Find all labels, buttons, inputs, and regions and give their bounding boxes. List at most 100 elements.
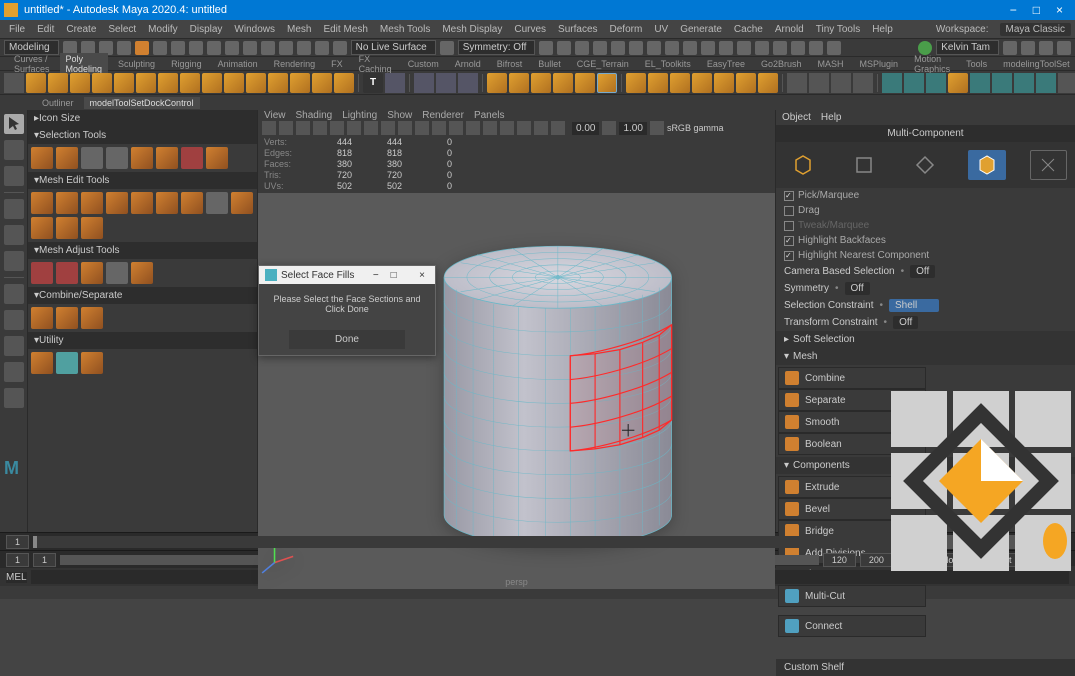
mesh-tool-icon[interactable] <box>106 192 128 214</box>
vp-tool-icon[interactable] <box>449 121 463 135</box>
shelf-tool-icon[interactable] <box>648 73 668 93</box>
face-mode-button[interactable] <box>968 150 1005 180</box>
backfaces-check[interactable] <box>784 236 794 246</box>
vp-menu-panels[interactable]: Panels <box>474 110 505 121</box>
shelf-tab[interactable]: EL_Toolkits <box>639 58 697 70</box>
gamma-val[interactable]: 1.00 <box>619 122 646 135</box>
util-tool-icon[interactable] <box>56 352 78 374</box>
vp-tool-icon[interactable] <box>330 121 344 135</box>
statusline-icon[interactable] <box>1057 41 1071 55</box>
menu-meshtools[interactable]: Mesh Tools <box>375 23 435 36</box>
frame-field[interactable]: 1 <box>6 535 29 549</box>
shelf-tab[interactable]: Rigging <box>165 58 208 70</box>
util-tool-icon[interactable] <box>31 352 53 374</box>
vp-tool-icon[interactable] <box>483 121 497 135</box>
statusline-icon[interactable] <box>773 41 787 55</box>
shelf-tool-icon[interactable] <box>436 73 456 93</box>
dialog-close-button[interactable]: × <box>415 270 429 281</box>
max-button[interactable]: □ <box>1025 1 1048 19</box>
statusline-icon[interactable] <box>171 41 185 55</box>
transform-constraint-toggle[interactable]: Off <box>893 316 918 329</box>
vp-menu-renderer[interactable]: Renderer <box>422 110 464 121</box>
shelf-tab[interactable]: Arnold <box>449 58 487 70</box>
vp-tool-icon[interactable] <box>517 121 531 135</box>
shelf-tool-icon[interactable] <box>809 73 829 93</box>
statusline-icon[interactable] <box>755 41 769 55</box>
statusline-icon[interactable] <box>440 41 454 55</box>
uv-mode-button[interactable] <box>1030 150 1068 180</box>
shelf-tab[interactable]: Bullet <box>532 58 567 70</box>
shelf-tool-icon[interactable] <box>487 73 507 93</box>
shelf-tool-icon[interactable] <box>948 73 968 93</box>
sel-tool-icon[interactable] <box>106 147 128 169</box>
sel-tool-icon[interactable] <box>131 147 153 169</box>
vp-menu-view[interactable]: View <box>264 110 286 121</box>
shelf-tool-icon[interactable] <box>926 73 946 93</box>
shelf-tab[interactable]: Go2Brush <box>755 58 808 70</box>
gamma-val[interactable]: 0.00 <box>572 122 599 135</box>
move-tool-icon[interactable] <box>4 199 24 219</box>
menu-curves[interactable]: Curves <box>509 23 551 36</box>
vp-tool-icon[interactable] <box>534 121 548 135</box>
vp-menu-shading[interactable]: Shading <box>296 110 333 121</box>
menu-display[interactable]: Display <box>185 23 228 36</box>
vp-menu-show[interactable]: Show <box>387 110 412 121</box>
menu-select[interactable]: Select <box>103 23 141 36</box>
poly-superellipse-icon[interactable] <box>334 73 354 93</box>
poly-platonic-icon[interactable] <box>180 73 200 93</box>
shelf-tool-icon[interactable] <box>597 73 617 93</box>
statusline-icon[interactable] <box>665 41 679 55</box>
close-button[interactable]: × <box>1048 1 1071 19</box>
menu-generate[interactable]: Generate <box>675 23 727 36</box>
mesh-tool-icon[interactable] <box>231 192 253 214</box>
statusline-icon[interactable] <box>791 41 805 55</box>
shelf-tool-icon[interactable] <box>736 73 756 93</box>
menu-editmesh[interactable]: Edit Mesh <box>318 23 372 36</box>
vp-tool-icon[interactable] <box>500 121 514 135</box>
dialog-done-button[interactable]: Done <box>289 330 405 349</box>
statusline-icon[interactable] <box>593 41 607 55</box>
mesh-tool-icon[interactable] <box>181 192 203 214</box>
vp-tool-icon[interactable] <box>415 121 429 135</box>
dialog-max-button[interactable]: □ <box>385 270 403 281</box>
svg-icon[interactable] <box>385 73 405 93</box>
statusline-icon[interactable] <box>135 41 149 55</box>
shelf-tool-icon[interactable] <box>458 73 478 93</box>
mesh-tool-icon[interactable] <box>206 192 228 214</box>
statusline-icon[interactable] <box>279 41 293 55</box>
statusline-icon[interactable] <box>189 41 203 55</box>
shelf-tool-icon[interactable] <box>553 73 573 93</box>
statusline-icon[interactable] <box>261 41 275 55</box>
shelf-tab[interactable]: Tools <box>960 58 993 70</box>
mesh-tool-icon[interactable] <box>81 192 103 214</box>
cylinder-mesh[interactable] <box>258 193 775 589</box>
statusline-icon[interactable] <box>629 41 643 55</box>
vp-tool-icon[interactable] <box>466 121 480 135</box>
vp-tool-icon[interactable] <box>279 121 293 135</box>
sel-tool-icon[interactable] <box>56 147 78 169</box>
shelf-tool-icon[interactable] <box>692 73 712 93</box>
gamma-label[interactable]: sRGB gamma <box>667 123 724 133</box>
poly-gear-icon[interactable] <box>290 73 310 93</box>
statusline-icon[interactable] <box>1003 41 1017 55</box>
adjust-tool-icon[interactable] <box>81 262 103 284</box>
shelf-tool-icon[interactable] <box>831 73 851 93</box>
statusline-icon[interactable] <box>719 41 733 55</box>
statusline-icon[interactable] <box>683 41 697 55</box>
min-button[interactable]: − <box>1002 1 1025 19</box>
range-start-field[interactable]: 1 <box>6 553 29 567</box>
menu-cache[interactable]: Cache <box>729 23 768 36</box>
camera-toggle[interactable]: Off <box>910 265 935 278</box>
poly-disc-icon[interactable] <box>158 73 178 93</box>
shelf-tab[interactable]: Curves / Surfaces <box>8 53 56 75</box>
range-end-field[interactable]: 200 <box>860 553 893 567</box>
statusline-icon[interactable] <box>539 41 553 55</box>
menu-deform[interactable]: Deform <box>605 23 648 36</box>
adjust-tool-icon[interactable] <box>31 262 53 284</box>
vp-tool-icon[interactable] <box>650 121 664 135</box>
menu-create[interactable]: Create <box>61 23 101 36</box>
shelf-tab[interactable]: CGE_Terrain <box>571 58 635 70</box>
statusline-icon[interactable] <box>827 41 841 55</box>
layout-tool-icon[interactable] <box>4 284 24 304</box>
layout-tool-icon[interactable] <box>4 310 24 330</box>
